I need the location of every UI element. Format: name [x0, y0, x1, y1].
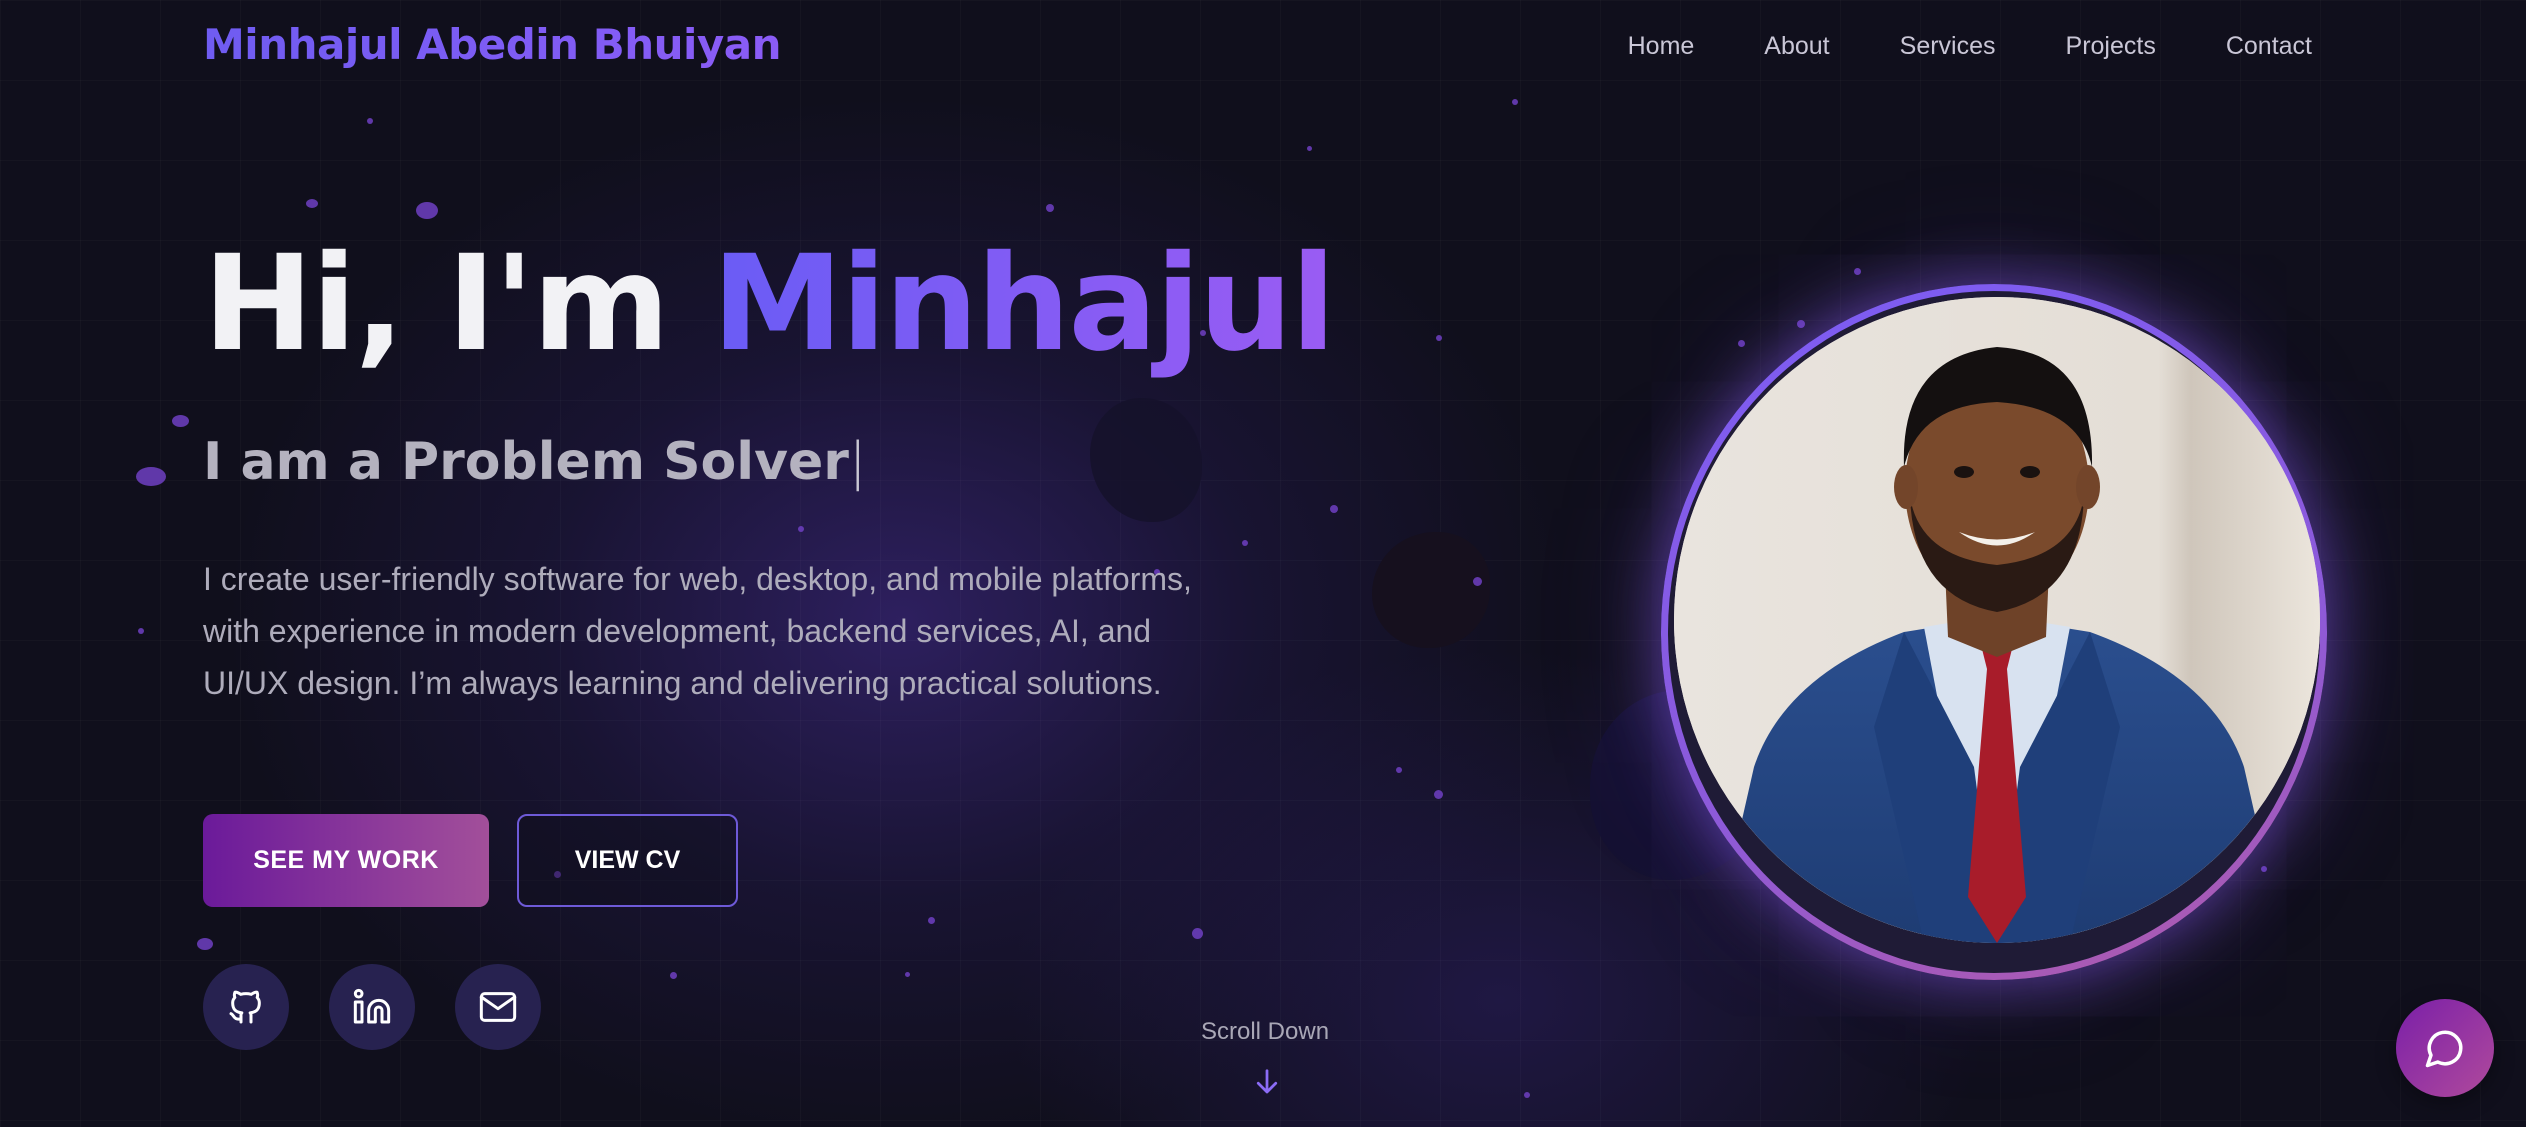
particle [1434, 790, 1443, 799]
chat-icon [2425, 1030, 2463, 1068]
particle [138, 628, 144, 634]
particle [367, 118, 373, 124]
particle [1738, 340, 1745, 347]
particle [1330, 505, 1338, 513]
chat-button[interactable] [2396, 999, 2494, 1097]
hero-subtitle: I am a Problem Solver| [203, 432, 866, 492]
particle [136, 467, 166, 486]
profile-photo [1674, 297, 2320, 943]
arrow-down-icon[interactable] [1252, 1066, 1282, 1098]
hero-name: Minhajul [711, 227, 1336, 381]
particle [928, 917, 935, 924]
hero-description: I create user-friendly software for web,… [203, 561, 1192, 701]
see-my-work-button[interactable]: SEE MY WORK [203, 814, 489, 907]
particle [306, 199, 318, 208]
page: Minhajul Abedin Bhuiyan Home About Servi… [0, 0, 2526, 1127]
main-nav: Home About Services Projects Contact [1628, 32, 2312, 61]
email-link[interactable] [455, 964, 541, 1050]
nav-home[interactable]: Home [1628, 32, 1695, 61]
nav-projects[interactable]: Projects [2066, 32, 2156, 61]
nav-contact[interactable]: Contact [2226, 32, 2312, 61]
particle [1512, 99, 1518, 105]
particle [1473, 577, 1482, 586]
particle [670, 972, 677, 979]
particle [1192, 928, 1203, 939]
particle [905, 972, 910, 977]
nav-about[interactable]: About [1764, 32, 1829, 61]
typed-text: I am a Problem Solver [203, 432, 849, 492]
profile-portrait [1674, 297, 2320, 943]
github-icon [229, 990, 261, 1024]
particle [1046, 204, 1054, 212]
linkedin-icon [353, 988, 391, 1024]
particle [1436, 335, 1442, 341]
particle [1396, 767, 1402, 773]
decor-blob [1372, 532, 1490, 648]
github-link[interactable] [203, 964, 289, 1050]
particle [1524, 1092, 1530, 1098]
typing-cursor: | [848, 432, 867, 492]
particle [1854, 268, 1861, 275]
linkedin-link[interactable] [329, 964, 415, 1050]
particle [1307, 146, 1312, 151]
decor-blob [1090, 398, 1202, 522]
particle [1797, 320, 1805, 328]
mail-icon [479, 992, 517, 1022]
nav-services[interactable]: Services [1900, 32, 1996, 61]
particle [1242, 540, 1248, 546]
hero-greeting: Hi, I'm [203, 227, 712, 381]
hero-title: Hi, I'm Minhajul [203, 238, 1336, 370]
view-cv-button[interactable]: VIEW CV [517, 814, 738, 907]
scroll-down-label[interactable]: Scroll Down [1201, 1018, 1329, 1046]
particle [172, 415, 189, 427]
particle [798, 526, 804, 532]
particle [2261, 866, 2267, 872]
particle [197, 938, 213, 950]
particle [416, 202, 438, 219]
site-logo[interactable]: Minhajul Abedin Bhuiyan [203, 20, 782, 69]
